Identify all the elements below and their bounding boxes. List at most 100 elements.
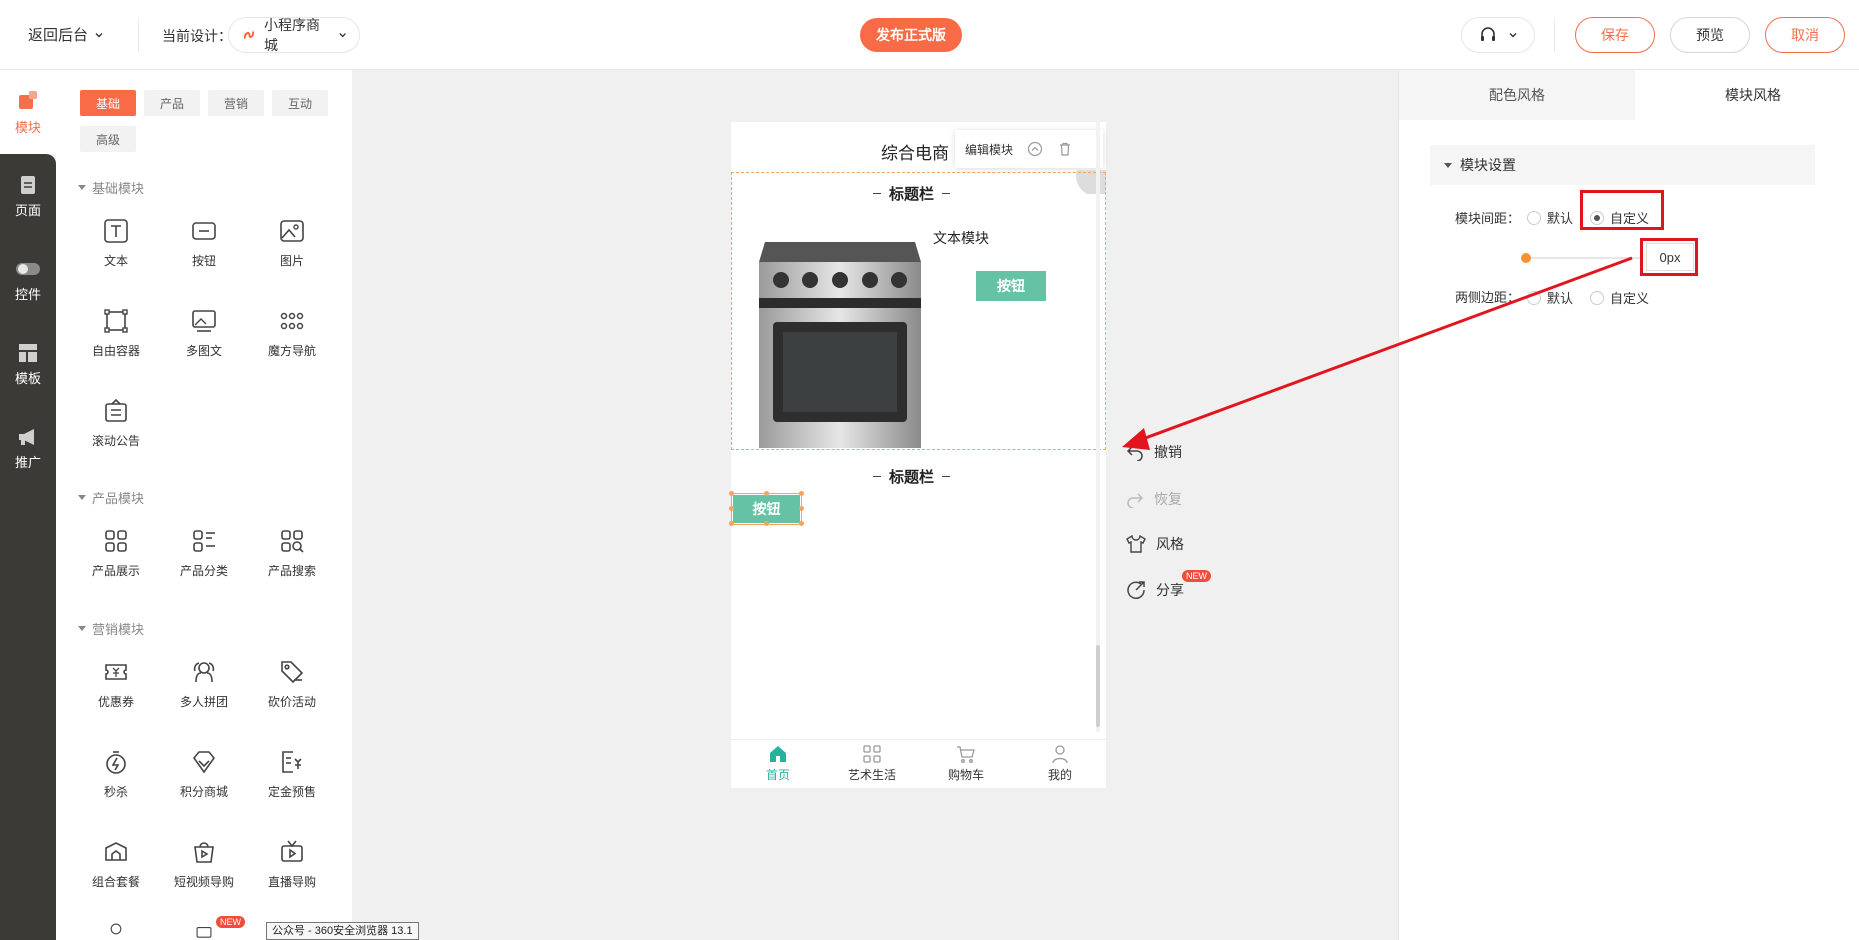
module-button[interactable]: 按钮	[168, 218, 240, 282]
module-scroll-notice[interactable]: 滚动公告	[80, 398, 152, 462]
resize-handle[interactable]	[799, 491, 804, 496]
page-icon	[21, 175, 35, 194]
caret-down-icon	[78, 495, 86, 500]
current-design-label: 当前设计：	[162, 28, 232, 44]
rail-item-module[interactable]: 模块	[0, 80, 56, 144]
resize-handle[interactable]	[799, 506, 804, 511]
phone-scrollbar-track	[1096, 122, 1100, 732]
module-multi-image-text[interactable]: 多图文	[168, 308, 240, 372]
share-new-badge: NEW	[1182, 570, 1211, 582]
tag-basic[interactable]: 基础	[80, 90, 136, 116]
module-cube-nav[interactable]: 魔方导航	[256, 308, 328, 372]
module-panel: 基础 产品 营销 互动 高级 基础模块 文本 按钮 图片 自由容器 多图文 魔方…	[56, 70, 352, 940]
section-title-1: 标题栏	[873, 183, 951, 204]
caret-down-icon	[78, 626, 86, 631]
grid-icon	[863, 745, 881, 763]
undo-icon	[1126, 446, 1143, 461]
spacing-slider-track[interactable]	[1525, 257, 1640, 259]
price-tag-icon	[281, 661, 304, 684]
highlight-box-value	[1640, 238, 1698, 276]
tab-cart[interactable]: 购物车	[919, 744, 1013, 788]
resize-handle[interactable]	[729, 506, 734, 511]
module-live-stream[interactable]: 直播导购	[256, 839, 328, 903]
tag-advanced[interactable]: 高级	[80, 126, 136, 152]
module-product-display[interactable]: 产品展示	[80, 528, 152, 592]
module-next-1[interactable]	[80, 922, 152, 940]
module-bargain[interactable]: 砍价活动	[256, 659, 328, 723]
module-free-container[interactable]: 自由容器	[80, 308, 152, 372]
presale-icon	[282, 751, 302, 773]
trash-icon[interactable]	[1057, 141, 1073, 157]
module-settings-header[interactable]: 模块设置	[1430, 145, 1815, 185]
home-icon	[770, 746, 786, 762]
publish-button[interactable]: 发布正式版	[860, 18, 962, 52]
share-button[interactable]: 分享	[1126, 580, 1184, 600]
page-title: 综合电商	[881, 144, 949, 163]
current-design-value: 小程序商城	[264, 17, 320, 53]
save-button[interactable]: 保存	[1575, 17, 1655, 53]
tab-color-style[interactable]: 配色风格	[1399, 70, 1635, 120]
module-product-search[interactable]: 产品搜索	[256, 528, 328, 592]
module-short-video[interactable]: 短视频导购	[168, 839, 240, 903]
module-image[interactable]: 图片	[256, 218, 328, 282]
resize-handle[interactable]	[729, 491, 734, 496]
miniprogram-logo-icon	[243, 31, 255, 39]
resize-handle[interactable]	[799, 521, 804, 526]
spacing-default-radio[interactable]: 默认	[1527, 208, 1573, 227]
rail-item-page[interactable]: 页面	[0, 164, 56, 228]
text-module[interactable]: 文本模块	[933, 228, 989, 248]
multi-image-icon	[192, 310, 216, 332]
package-icon	[105, 842, 127, 861]
group-title-marketing[interactable]: 营销模块	[78, 619, 144, 638]
preview-button[interactable]: 预览	[1670, 17, 1750, 53]
rail-item-control[interactable]: 控件	[0, 248, 56, 312]
rail-item-promote[interactable]: 推广	[0, 416, 56, 480]
move-up-icon[interactable]	[1027, 141, 1043, 157]
module-text[interactable]: 文本	[80, 218, 152, 282]
search-grid-icon	[281, 530, 304, 553]
tag-product[interactable]: 产品	[144, 90, 200, 116]
cancel-button[interactable]: 取消	[1765, 17, 1845, 53]
current-design-select[interactable]: 小程序商城	[228, 17, 360, 53]
tab-mine[interactable]: 我的	[1013, 744, 1107, 788]
module-group-buy[interactable]: 多人拼团	[168, 659, 240, 723]
module-points-mall[interactable]: 积分商城	[168, 749, 240, 813]
side-default-radio[interactable]: 默认	[1527, 288, 1573, 307]
style-button[interactable]: 风格	[1126, 534, 1184, 554]
tab-home[interactable]: 首页	[731, 744, 825, 788]
toggle-icon	[16, 262, 40, 275]
resize-handle[interactable]	[729, 521, 734, 526]
tag-marketing[interactable]: 营销	[208, 90, 264, 116]
group-title-product[interactable]: 产品模块	[78, 488, 144, 507]
stopwatch-icon	[106, 751, 126, 774]
module-coupon[interactable]: 优惠券	[80, 659, 152, 723]
location-icon	[110, 923, 122, 935]
edit-module-button[interactable]: 编辑模块	[965, 141, 1013, 158]
tab-art-life[interactable]: 艺术生活	[825, 744, 919, 788]
module-product-category[interactable]: 产品分类	[168, 528, 240, 592]
container-icon	[104, 309, 128, 333]
redo-button[interactable]: 恢复	[1126, 489, 1182, 509]
module-flash-sale[interactable]: 秒杀	[80, 749, 152, 813]
spacing-slider-knob[interactable]	[1521, 253, 1531, 263]
module-combo-package[interactable]: 组合套餐	[80, 839, 152, 903]
stove-image[interactable]	[757, 240, 923, 448]
back-to-admin[interactable]: 返回后台	[28, 24, 104, 45]
left-rail: 模块 页面 控件 模板 推广	[0, 70, 56, 940]
tag-interaction[interactable]: 互动	[272, 90, 328, 116]
rail-item-template[interactable]: 模板	[0, 332, 56, 396]
undo-button[interactable]: 撤销	[1126, 442, 1182, 462]
resize-handle[interactable]	[764, 491, 769, 496]
resize-handle[interactable]	[764, 521, 769, 526]
highlight-box-custom	[1580, 190, 1664, 230]
template-icon	[19, 343, 37, 362]
side-custom-radio[interactable]: 自定义	[1590, 288, 1649, 307]
group-title-basic[interactable]: 基础模块	[78, 178, 144, 197]
phone-scrollbar-thumb[interactable]	[1096, 645, 1100, 727]
canvas-button-1[interactable]: 按钮	[976, 271, 1046, 301]
share-icon	[1127, 581, 1145, 599]
module-deposit-presale[interactable]: 定金预售	[256, 749, 328, 813]
shirt-icon	[1126, 535, 1146, 553]
support-dropdown[interactable]	[1461, 17, 1535, 53]
tab-module-style[interactable]: 模块风格	[1635, 70, 1859, 120]
